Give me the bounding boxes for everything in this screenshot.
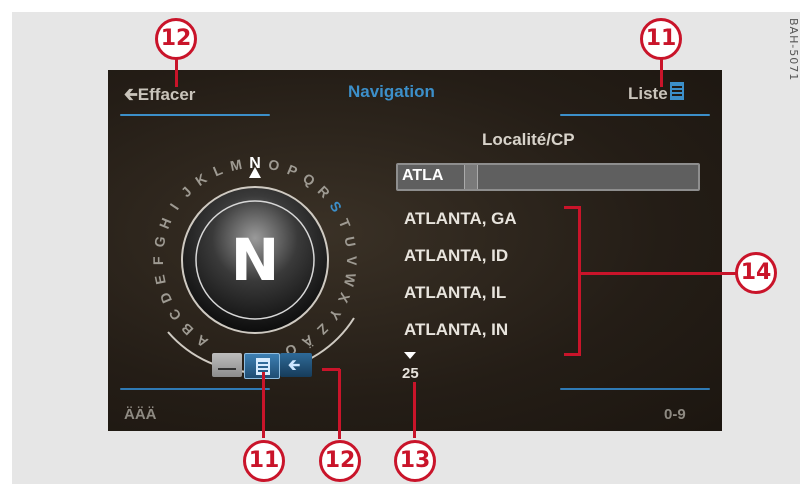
delete-arrow-icon: 🡰: [288, 357, 301, 374]
speller-letter-B[interactable]: B: [178, 320, 196, 339]
letter-speller[interactable]: ABCDEFGHIJK L M N O P QRSTUVWXYZÄÖ N: [108, 70, 408, 400]
speller-letter-P[interactable]: P: [285, 161, 300, 179]
result-item[interactable]: ATLANTA, ID: [404, 246, 508, 266]
document-code: BAH-5071: [787, 18, 800, 82]
callout-11-top-leader: [660, 57, 663, 87]
result-item[interactable]: ATLANTA, IL: [404, 283, 506, 303]
callout-13-leader: [413, 382, 416, 438]
speller-letter-F[interactable]: F: [150, 256, 166, 265]
speller-letter-J[interactable]: J: [178, 183, 195, 200]
speller-letter-U[interactable]: U: [341, 235, 359, 248]
speller-letter-G[interactable]: G: [151, 235, 169, 249]
speller-letter-C[interactable]: C: [165, 306, 184, 323]
footer-underline-right: [560, 388, 710, 390]
numbers-button[interactable]: 0-9: [664, 406, 686, 423]
speller-letter-Z[interactable]: Z: [314, 321, 332, 339]
speller-letter-T[interactable]: T: [336, 216, 354, 230]
callout-11-bottom: 11: [243, 440, 285, 482]
umlaut-button[interactable]: ÄÄÄ: [124, 406, 157, 423]
callout-12-bottom-leader-h: [322, 368, 340, 371]
list-button[interactable]: Liste: [628, 82, 684, 104]
speller-letter-S[interactable]: S: [327, 198, 345, 215]
input-label: Localité/CP: [482, 130, 575, 149]
speller-letter-R[interactable]: R: [315, 182, 333, 200]
callout-14: 14: [735, 252, 777, 294]
speller-letter-M[interactable]: M: [229, 156, 244, 174]
mmi-screen: 🡰Effacer Navigation Liste ABCDEFGHIJKLMN…: [108, 70, 722, 431]
space-button[interactable]: [212, 353, 242, 377]
callout-12-top-leader: [175, 57, 178, 87]
speller-letter-K[interactable]: K: [192, 170, 209, 189]
speller-letter-W[interactable]: W: [341, 272, 360, 289]
result-item[interactable]: ATLANTA, GA: [404, 209, 517, 229]
text-cursor: [464, 165, 478, 189]
header-underline-right: [560, 114, 710, 116]
speller-letter-I[interactable]: I: [166, 200, 181, 212]
speller-letter-O[interactable]: O: [267, 156, 281, 174]
results-bracket: [564, 206, 581, 356]
delete-button[interactable]: 🡰: [280, 353, 312, 377]
callout-14-leader: [580, 272, 736, 275]
callout-11-top: 11: [640, 18, 682, 60]
result-item[interactable]: ATLANTA, IN: [404, 320, 508, 340]
speller-letter-A[interactable]: A: [193, 332, 210, 351]
speller-letter-N[interactable]: N: [249, 155, 261, 172]
speller-letter-Ä[interactable]: Ä: [299, 332, 316, 351]
callout-12-bottom-leader: [338, 369, 341, 439]
speller-letter-D[interactable]: D: [156, 290, 175, 306]
speller-letter-Y[interactable]: Y: [325, 306, 344, 323]
result-count: 25: [402, 365, 419, 382]
space-icon: [218, 368, 236, 370]
footer-underline-left: [120, 388, 270, 390]
speller-letter-E[interactable]: E: [151, 274, 169, 286]
scroll-down-icon: [404, 352, 416, 359]
speller-letter-X[interactable]: X: [335, 290, 354, 305]
speller-letter-L[interactable]: L: [211, 161, 225, 179]
speller-letter-Q[interactable]: Q: [300, 170, 318, 189]
callout-13: 13: [394, 440, 436, 482]
speller-letter-H[interactable]: H: [156, 216, 175, 231]
selected-letter: N: [231, 226, 280, 294]
callout-12-bottom: 12: [319, 440, 361, 482]
speller-letter-V[interactable]: V: [344, 256, 360, 266]
callout-11-bottom-leader: [262, 372, 265, 438]
search-input[interactable]: ATLA: [396, 163, 700, 191]
callout-12-top: 12: [155, 18, 197, 60]
list-icon: [669, 82, 684, 100]
search-input-value: ATLA: [402, 167, 444, 184]
